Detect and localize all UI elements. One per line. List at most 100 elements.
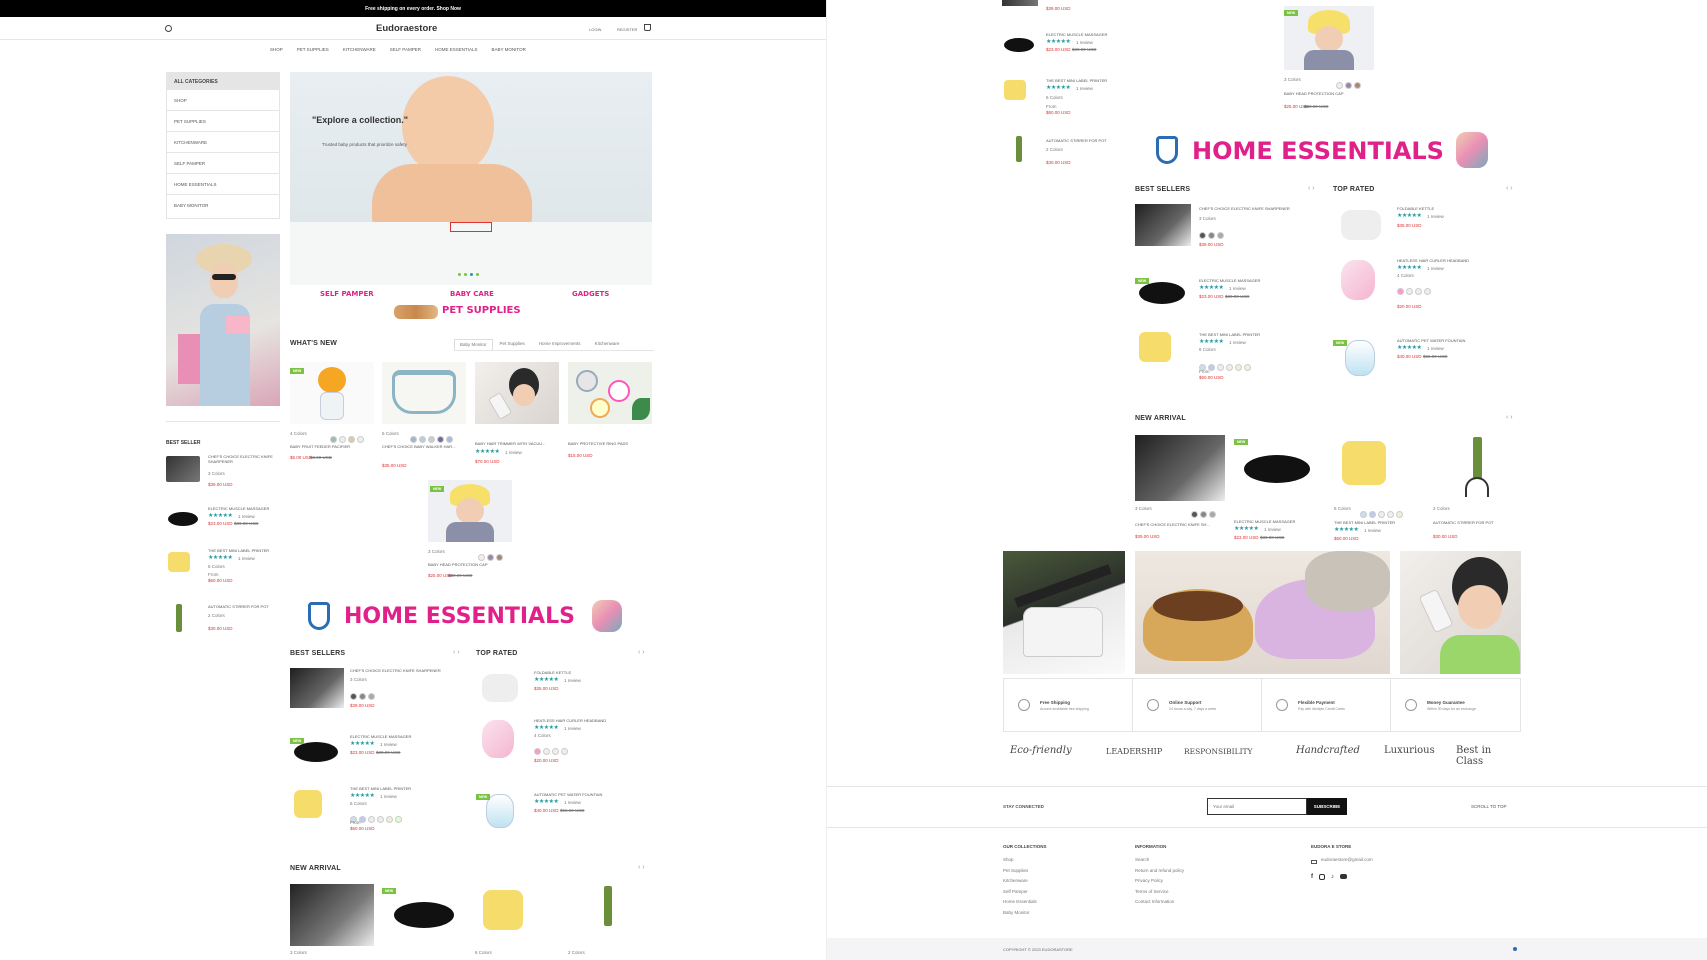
category-item[interactable]: HOME ESSENTIALS — [167, 174, 279, 195]
product-image[interactable] — [1334, 435, 1424, 501]
list-product[interactable]: HEATLESS HAIR CURLER HEADBAND ★★★★★ 1 re… — [476, 716, 656, 766]
swatch[interactable] — [368, 693, 375, 700]
nav-kitchenware[interactable]: KITCHENWARE — [343, 47, 376, 53]
swatch[interactable] — [368, 816, 375, 823]
carousel-arrows[interactable]: ‹ › — [1308, 185, 1315, 192]
site-logo[interactable]: Eudoraestore — [376, 23, 437, 34]
product-name[interactable]: AUTOMATIC PET WATER FOUNTAIN — [534, 792, 602, 797]
product-image[interactable] — [568, 884, 652, 946]
slider-dot[interactable] — [464, 273, 467, 276]
product-name[interactable]: FOLDABLE KETTLE — [1397, 206, 1434, 211]
swatch[interactable] — [561, 748, 568, 755]
product-card[interactable]: 3 Colors CHEF'S CHOICE ELECTRIC KNIFE SH… — [1135, 435, 1225, 545]
product-image[interactable]: NEW — [382, 884, 466, 946]
nav-pet-supplies[interactable]: PET SUPPLIES — [297, 47, 329, 53]
product-card[interactable]: BABY HAIR TRIMMER WITH VACUU... ★★★★★ 1 … — [475, 362, 559, 472]
list-product[interactable]: THE BEST MINI LABEL PRINTER ★★★★★ 1 revi… — [1135, 326, 1325, 388]
product-thumb[interactable] — [1016, 136, 1022, 162]
brand-logo[interactable]: Eco-friendly — [1010, 745, 1072, 756]
list-product[interactable]: NEW AUTOMATIC PET WATER FOUNTAIN ★★★★★ 1… — [476, 790, 656, 834]
footer-link[interactable]: Shop — [1003, 857, 1123, 868]
footer-link[interactable]: Terms of Service — [1135, 889, 1275, 900]
slider-dot[interactable] — [476, 273, 479, 276]
product-thumb[interactable] — [168, 512, 198, 526]
product-name[interactable]: CHEF'S CHOICE ELECTRIC KNIFE SHARPENER — [350, 668, 441, 673]
footer-link[interactable]: Contact Information — [1135, 899, 1275, 910]
list-product[interactable]: NEW ELECTRIC MUSCLE MASSAGER ★★★★★ 1 rev… — [1135, 272, 1325, 318]
hair-trimmer-lifestyle-image[interactable] — [1400, 551, 1521, 674]
product-name[interactable]: AUTOMATIC PET WATER FOUNTAIN — [1397, 338, 1465, 343]
nav-self-pamper[interactable]: SELF PAMPER — [390, 47, 421, 53]
category-item[interactable]: PET SUPPLIES — [167, 111, 279, 132]
category-item[interactable]: SELF PAMPER — [167, 153, 279, 174]
swatch[interactable] — [1369, 511, 1376, 518]
swatch[interactable] — [1200, 511, 1207, 518]
nav-shop[interactable]: SHOP — [270, 47, 283, 53]
sidebar-product[interactable]: $39.00 USD — [1002, 0, 1132, 14]
slider-dot[interactable] — [470, 273, 473, 276]
product-card[interactable]: NEW 3 Colors BABY HEAD PROTECTION CAP $2… — [428, 480, 512, 590]
product-card[interactable]: BABY PROTECTIVE RING PADS $15.00 USD — [568, 362, 652, 472]
product-name[interactable]: ELECTRIC MUSCLE MASSAGER — [208, 506, 280, 511]
swatch[interactable] — [1235, 364, 1242, 371]
swatch[interactable] — [410, 436, 417, 443]
swatch[interactable] — [1208, 232, 1215, 239]
slider-dot[interactable] — [458, 273, 461, 276]
list-product[interactable]: NEW AUTOMATIC PET WATER FOUNTAIN ★★★★★ 1… — [1333, 336, 1523, 382]
sidebar-product[interactable]: THE BEST MINI LABEL PRINTER ★★★★★ 1 revi… — [1002, 74, 1132, 120]
product-name[interactable]: FOLDABLE KETTLE — [534, 670, 571, 675]
carousel-arrows[interactable]: ‹ › — [453, 649, 460, 656]
list-product[interactable]: FOLDABLE KETTLE ★★★★★ 1 review $35.00 US… — [1333, 204, 1523, 250]
swatch[interactable] — [1424, 288, 1431, 295]
swatch[interactable] — [1244, 364, 1251, 371]
footer-link[interactable]: Home Essentials — [1003, 899, 1123, 910]
register-link[interactable]: REGISTER — [617, 27, 637, 32]
carousel-arrows[interactable]: ‹ › — [1506, 185, 1513, 192]
product-thumb[interactable] — [1341, 260, 1375, 300]
swatch[interactable] — [487, 554, 494, 561]
knife-sharpener-lifestyle-image[interactable] — [1003, 551, 1125, 674]
footer-link[interactable]: Pet Supplies — [1003, 868, 1123, 879]
swatch[interactable] — [395, 816, 402, 823]
product-name[interactable]: BABY HAIR TRIMMER WITH VACUU... — [475, 441, 545, 446]
swatch[interactable] — [1336, 82, 1343, 89]
list-product[interactable]: CHEF'S CHOICE ELECTRIC KNIFE SHARPENER 3… — [1135, 204, 1325, 250]
product-thumb[interactable] — [290, 668, 344, 708]
product-name[interactable]: BABY PROTECTIVE RING PADS — [568, 441, 628, 446]
brand-logo[interactable]: Handcrafted — [1296, 745, 1360, 756]
product-name[interactable]: THE BEST MINI LABEL PRINTER — [1199, 332, 1260, 337]
promo-bar[interactable]: Free shipping on every order. Shop Now — [0, 0, 826, 17]
product-name[interactable]: AUTOMATIC STIRRER FOR POT — [208, 604, 280, 609]
swatch[interactable] — [330, 436, 337, 443]
swatch[interactable] — [428, 436, 435, 443]
nav-baby-monitor[interactable]: BABY MONITOR — [492, 47, 526, 53]
product-name[interactable]: HEATLESS HAIR CURLER HEADBAND — [534, 718, 606, 723]
swatch[interactable] — [1415, 288, 1422, 295]
product-card[interactable]: NEW 3 Colors BABY HEAD PROTECTION CAP $2… — [1284, 6, 1374, 116]
nav-home-essentials[interactable]: HOME ESSENTIALS — [435, 47, 478, 53]
carousel-arrows[interactable]: ‹ › — [1506, 414, 1513, 421]
product-thumb[interactable] — [1002, 0, 1038, 6]
product-thumb[interactable] — [176, 604, 182, 632]
product-name[interactable]: AUTOMATIC STIRRER FOR POT — [1433, 520, 1494, 525]
swatch[interactable] — [357, 436, 364, 443]
product-card[interactable]: NEW ELECTRIC MUSCLE MASSAGER ★★★★★ 1 rev… — [1234, 435, 1324, 545]
sidebar-product[interactable]: AUTOMATIC STIRRER FOR POT 2 Colors $30.0… — [166, 602, 280, 642]
swatch[interactable] — [446, 436, 453, 443]
brand-logo[interactable]: Best in Class — [1456, 745, 1520, 767]
category-item[interactable]: KITCHENWARE — [167, 132, 279, 153]
swatch[interactable] — [348, 436, 355, 443]
product-thumb[interactable] — [294, 790, 322, 818]
swatch[interactable] — [496, 554, 503, 561]
product-card[interactable]: 6 Colors THE BEST MINI LABEL PRINTER ★★★… — [1334, 435, 1424, 545]
product-thumb[interactable] — [1135, 204, 1191, 246]
swatch[interactable] — [543, 748, 550, 755]
newsletter-email-input[interactable] — [1207, 798, 1307, 815]
swatch[interactable] — [419, 436, 426, 443]
product-thumb[interactable] — [166, 456, 200, 482]
swatch[interactable] — [1217, 232, 1224, 239]
footer-link[interactable]: Self Pamper — [1003, 889, 1123, 900]
product-name[interactable]: BABY FRUIT FEEDER PACIFIER — [290, 444, 350, 449]
product-name[interactable]: AUTOMATIC STIRRER FOR POT — [1046, 138, 1107, 143]
product-thumb[interactable] — [168, 552, 190, 572]
